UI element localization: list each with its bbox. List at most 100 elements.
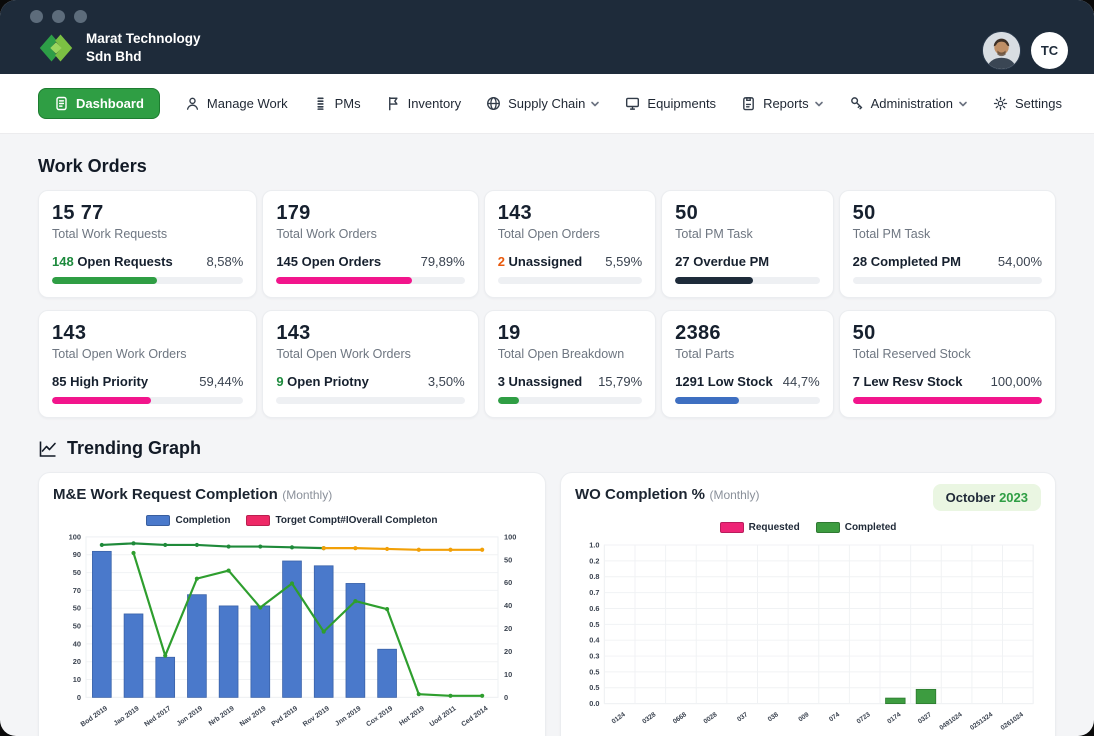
- nav-item-reports[interactable]: Reports: [741, 96, 824, 111]
- svg-text:20: 20: [504, 624, 512, 633]
- svg-text:0251324: 0251324: [969, 711, 994, 732]
- svg-text:Nav 2019: Nav 2019: [239, 705, 268, 728]
- stat-card-total-open-orders-unassigned: 143Total Open Orders2 Unassigned5,59%: [484, 190, 656, 298]
- right-chart-legend: Requested Completed: [575, 520, 1041, 534]
- svg-text:Rov 2019: Rov 2019: [302, 705, 331, 728]
- initials-avatar[interactable]: TC: [1031, 32, 1068, 69]
- svg-text:0.2: 0.2: [589, 556, 599, 565]
- svg-text:038: 038: [767, 711, 780, 723]
- company-logo-icon: [38, 30, 74, 66]
- card-total-value: 143: [52, 322, 243, 345]
- card-progress-bar: [853, 397, 1042, 404]
- legend-item-requested[interactable]: Requested: [720, 522, 800, 533]
- svg-text:1.0: 1.0: [589, 540, 599, 549]
- chevron-down-icon: [958, 99, 968, 109]
- card-stat-percent: 15,79%: [598, 374, 642, 389]
- user-avatar[interactable]: [982, 31, 1021, 70]
- svg-text:0174: 0174: [886, 711, 902, 725]
- card-total-label: Total Open Work Orders: [52, 347, 243, 361]
- window-close-button[interactable]: [30, 10, 43, 23]
- svg-text:0.8: 0.8: [589, 572, 599, 581]
- stat-card-total-open-work-orders-high-priority: 143 Total Open Work Orders 85 High Priorit…: [38, 310, 257, 418]
- nav-item-manage-work[interactable]: Manage Work: [185, 96, 288, 111]
- work-orders-title: Work Orders: [38, 156, 1056, 177]
- nav-item-label: Reports: [763, 96, 809, 111]
- svg-text:0: 0: [504, 693, 508, 702]
- card-total-value: 143: [276, 322, 464, 345]
- card-stat-text: 7 Lew Resv Stock: [853, 374, 963, 389]
- nav-item-inventory[interactable]: Inventory: [386, 96, 461, 111]
- card-stat-percent: 100,00%: [991, 374, 1042, 389]
- brand: Marat Technology Sdn Bhd: [38, 30, 201, 66]
- dashboard-icon: [54, 96, 69, 111]
- svg-text:037: 037: [736, 711, 749, 723]
- nav-item-label: Equipments: [647, 96, 716, 111]
- svg-text:70: 70: [73, 586, 81, 595]
- svg-text:20: 20: [73, 657, 81, 666]
- card-stat-text: 85 High Priority: [52, 374, 148, 389]
- stat-card-total-pm-task-overdue-pm: 50Total PM Task27 Overdue PM: [661, 190, 833, 298]
- nav-item-dashboard[interactable]: Dashboard: [38, 88, 160, 119]
- card-total-label: Total Open Work Orders: [276, 347, 464, 361]
- legend-item-torget-compt-ioverall-completon[interactable]: Torget Compt#IOverall Completon: [246, 515, 437, 526]
- card-total-label: Total PM Task: [675, 227, 819, 241]
- stat-card-total-open-breakdown-unassigned: 19Total Open Breakdown3 Unassigned15,79%: [484, 310, 656, 418]
- stat-card-total-work-orders-open-orders: 179Total Work Orders145 Open Orders79,89…: [262, 190, 478, 298]
- svg-text:Bod 2019: Bod 2019: [80, 705, 109, 728]
- svg-text:0668: 0668: [672, 711, 688, 725]
- card-stat-text: 27 Overdue PM: [675, 254, 769, 269]
- svg-text:0.3: 0.3: [589, 652, 599, 661]
- month-filter-button[interactable]: October 2023: [933, 484, 1041, 511]
- nav-item-administration[interactable]: Administration: [849, 96, 968, 111]
- left-chart-subtitle: (Monthly): [282, 488, 332, 502]
- card-stat-percent: 54,00%: [998, 254, 1042, 269]
- svg-text:0.0: 0.0: [589, 699, 599, 708]
- wo-completion-panel: WO Completion % (Monthly) October 2023 R…: [560, 472, 1056, 736]
- card-total-label: Total Work Requests: [52, 227, 243, 241]
- svg-text:0328: 0328: [641, 711, 657, 725]
- nav-item-settings[interactable]: Settings: [993, 96, 1062, 111]
- svg-text:0028: 0028: [702, 711, 718, 725]
- svg-text:Jon 2019: Jon 2019: [176, 705, 204, 728]
- card-progress-bar: [52, 397, 243, 404]
- svg-text:Ned 2017: Ned 2017: [143, 705, 172, 728]
- legend-swatch: [246, 515, 270, 526]
- legend-swatch: [816, 522, 840, 533]
- svg-text:50: 50: [504, 555, 512, 564]
- right-chart-subtitle: (Monthly): [709, 488, 759, 502]
- legend-label: Completion: [175, 515, 230, 526]
- svg-text:50: 50: [73, 604, 81, 613]
- company-name: Marat Technology Sdn Bhd: [86, 30, 201, 65]
- nav-item-equipments[interactable]: Equipments: [625, 96, 716, 111]
- main-content: Work Orders 15 77 Total Work Requests 148 …: [0, 134, 1094, 736]
- svg-text:Jao 2019: Jao 2019: [113, 705, 141, 728]
- nav-item-supply-chain[interactable]: Supply Chain: [486, 96, 600, 111]
- svg-text:0.6: 0.6: [589, 604, 599, 613]
- svg-text:Ced 2014: Ced 2014: [460, 705, 489, 728]
- left-chart-title: M&E Work Request Completion: [53, 486, 278, 503]
- window-minimize-button[interactable]: [52, 10, 65, 23]
- card-stat-percent: 44,7%: [783, 374, 820, 389]
- legend-swatch: [720, 522, 744, 533]
- stat-cards-grid: 15 77 Total Work Requests 148 Open Request…: [38, 190, 1056, 418]
- charts-row: M&E Work Request Completion (Monthly) Co…: [38, 472, 1056, 736]
- svg-text:0.5: 0.5: [589, 683, 599, 692]
- card-stat-text: 148 Open Requests: [52, 254, 173, 269]
- card-total-value: 50: [853, 202, 1042, 225]
- card-progress-bar: [675, 397, 819, 404]
- tag-icon: [386, 96, 401, 111]
- card-total-label: Total Open Orders: [498, 227, 642, 241]
- svg-text:20: 20: [504, 647, 512, 656]
- legend-item-completion[interactable]: Completion: [146, 515, 230, 526]
- card-total-value: 143: [498, 202, 642, 225]
- list-icon: [313, 96, 328, 111]
- card-total-label: Total Work Orders: [276, 227, 464, 241]
- card-stat-percent: 59,44%: [199, 374, 243, 389]
- card-progress-bar: [498, 277, 642, 284]
- legend-label: Requested: [749, 522, 800, 533]
- legend-item-completed[interactable]: Completed: [816, 522, 897, 533]
- svg-text:0.7: 0.7: [589, 588, 599, 597]
- card-total-value: 15 77: [52, 202, 243, 225]
- window-maximize-button[interactable]: [74, 10, 87, 23]
- nav-item-pms[interactable]: PMs: [313, 96, 361, 111]
